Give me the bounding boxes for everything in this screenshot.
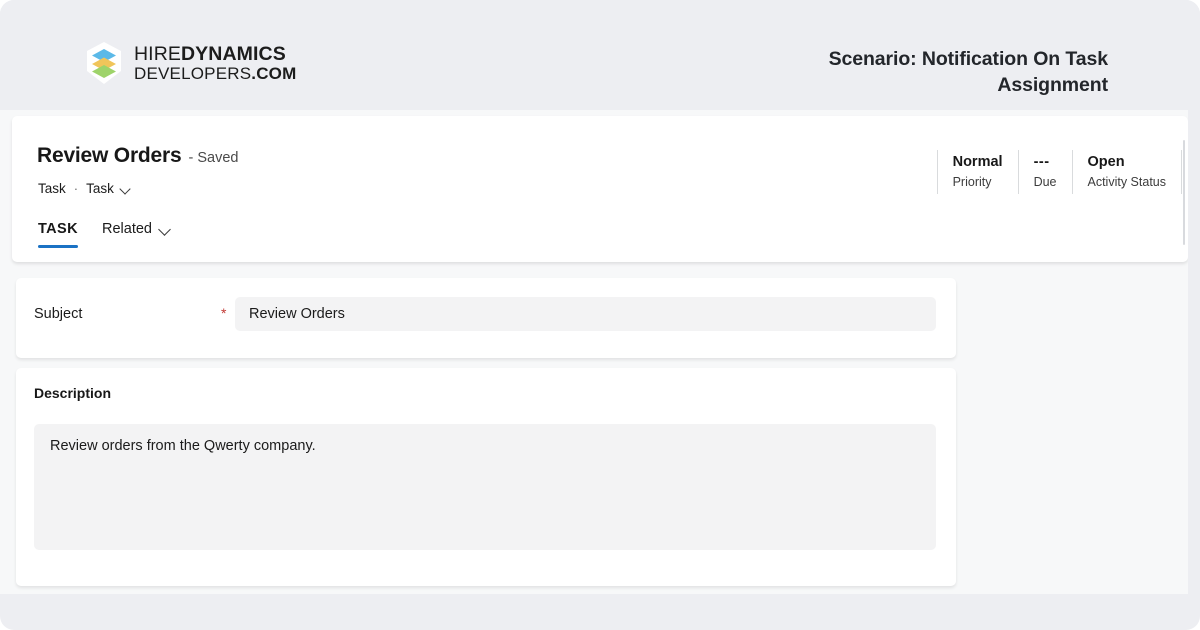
required-asterisk-icon: *	[221, 305, 227, 321]
logo-dynamics: DYNAMICS	[181, 43, 286, 66]
tab-task[interactable]: TASK	[38, 221, 78, 248]
highlight-priority-value: Normal	[952, 153, 1003, 170]
chevron-down-icon[interactable]	[159, 224, 171, 236]
tab-bar: TASK Related	[38, 221, 171, 248]
highlight-due-label: Due	[1033, 174, 1057, 189]
scenario-title: Scenario: Notification On Task Assignmen…	[828, 48, 1109, 96]
highlight-priority[interactable]: Normal Priority	[936, 150, 1019, 194]
tab-task-label: TASK	[38, 221, 78, 237]
highlights-panel: Normal Priority --- Due Open Activity St…	[936, 150, 1182, 194]
hiredynamics-logo: HIREDYNAMICS DEVELOPERS.COM	[84, 41, 296, 85]
logo-dotcom: .COM	[251, 63, 297, 83]
save-status: - Saved	[188, 150, 239, 166]
highlight-due[interactable]: --- Due	[1019, 150, 1073, 194]
highlight-activity-status-value: Open	[1087, 153, 1125, 170]
description-input[interactable]: Review orders from the Qwerty company.	[34, 424, 936, 550]
highlight-activity-status[interactable]: Open Activity Status	[1073, 150, 1182, 194]
description-label: Description	[34, 385, 112, 401]
logo-hire: HIRE	[134, 43, 181, 66]
chevron-down-icon[interactable]	[120, 184, 131, 195]
tab-related-label: Related	[102, 221, 152, 237]
highlight-activity-status-label: Activity Status	[1087, 174, 1167, 189]
breadcrumb: Task · Task	[38, 181, 131, 196]
subject-label: Subject	[34, 306, 83, 322]
record-title-group: Review Orders - Saved	[37, 144, 238, 168]
subject-field-card: Subject * Review Orders	[16, 278, 956, 358]
highlight-due-value: ---	[1033, 153, 1050, 170]
logo-developers: DEVELOPERS	[134, 63, 252, 83]
vertical-scrollbar[interactable]	[1188, 110, 1200, 594]
breadcrumb-record-type[interactable]: Task	[86, 181, 114, 196]
description-field-card: Description Review orders from the Qwert…	[16, 368, 956, 586]
breadcrumb-object[interactable]: Task	[38, 181, 66, 196]
page-title: Review Orders	[37, 144, 182, 167]
record-header-card: Review Orders - Saved Task · Task Normal…	[12, 116, 1188, 262]
tab-related[interactable]: Related	[102, 221, 171, 248]
vertical-scrollbar-thumb[interactable]	[1183, 140, 1185, 245]
brand-header: HIREDYNAMICS DEVELOPERS.COM Scenario: No…	[0, 0, 1200, 110]
highlight-priority-label: Priority	[952, 174, 992, 189]
app-viewport: Review Orders - Saved Task · Task Normal…	[0, 110, 1188, 594]
logo-wordmark: HIREDYNAMICS DEVELOPERS.COM	[134, 43, 296, 83]
stacked-layers-icon	[84, 41, 124, 85]
breadcrumb-separator: ·	[73, 181, 79, 196]
app-page: HIREDYNAMICS DEVELOPERS.COM Scenario: No…	[0, 0, 1200, 630]
subject-input[interactable]: Review Orders	[235, 297, 936, 331]
